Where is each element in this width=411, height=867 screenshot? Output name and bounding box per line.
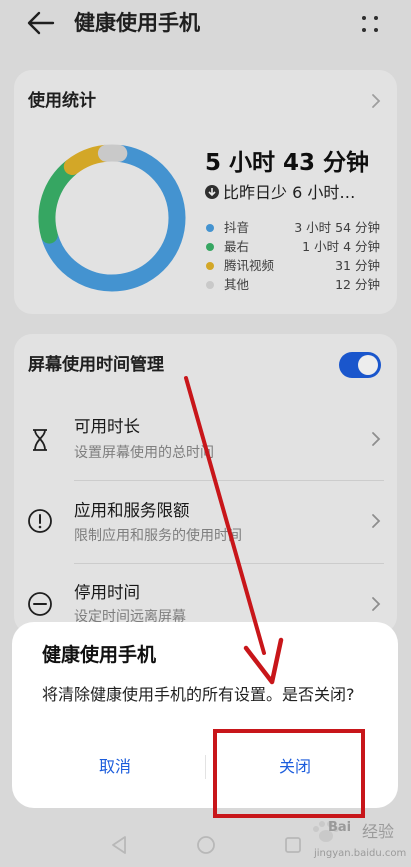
annotation-highlight-box — [213, 729, 365, 818]
square-recents-icon[interactable] — [284, 835, 302, 855]
circle-home-icon[interactable] — [196, 835, 216, 855]
cancel-button[interactable]: 取消 — [40, 756, 190, 778]
button-divider — [205, 755, 206, 779]
baidu-jingyan-watermark: Bai 经验 jingyan.baidu.com — [306, 818, 411, 867]
watermark-logo-text: Bai — [328, 820, 352, 835]
dialog-title: 健康使用手机 — [42, 644, 157, 666]
dialog-message: 将清除健康使用手机的所有设置。是否关闭? — [42, 685, 355, 704]
watermark-url: jingyan.baidu.com — [314, 848, 407, 859]
watermark-brand: 经验 — [362, 822, 395, 841]
triangle-back-icon[interactable] — [110, 835, 128, 855]
